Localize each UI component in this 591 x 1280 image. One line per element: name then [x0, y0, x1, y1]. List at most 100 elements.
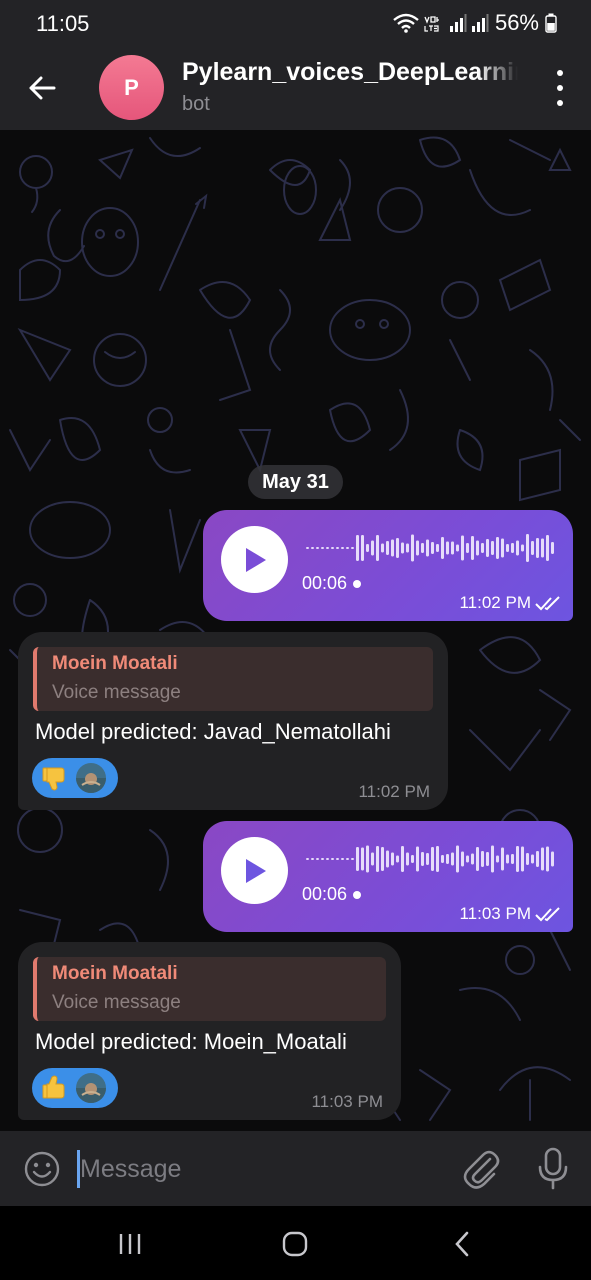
reply-author: Moein Moatali [52, 653, 178, 674]
waveform-bar [376, 535, 379, 561]
home-button[interactable] [279, 1228, 311, 1260]
paperclip-icon[interactable] [462, 1149, 500, 1189]
waveform-bar [346, 547, 349, 549]
voice-duration: 00:06 [302, 884, 362, 905]
waveform-bar [416, 540, 419, 556]
double-check-icon [535, 907, 560, 922]
unplayed-dot [353, 579, 362, 588]
message-time: 11:03 PM [311, 1092, 383, 1111]
waveform-bar [421, 852, 424, 866]
play-button[interactable] [221, 837, 288, 904]
microphone-icon[interactable] [536, 1147, 570, 1191]
recent-apps-button[interactable] [114, 1228, 146, 1260]
play-button[interactable] [221, 526, 288, 593]
waveform-bar [311, 858, 314, 860]
reply-quote[interactable]: Moein Moatali Voice message [33, 647, 433, 711]
waveform-bar [406, 543, 409, 553]
waveform-bar [446, 541, 449, 555]
waveform-bar [441, 537, 444, 559]
reply-quote[interactable]: Moein Moatali Voice message [33, 957, 386, 1021]
reaction-chip[interactable] [32, 758, 118, 798]
double-check-icon [535, 596, 560, 611]
waveform-bar [306, 547, 309, 549]
voice-waveform[interactable] [306, 843, 558, 875]
message-time: 11:03 PM [459, 904, 531, 923]
chat-title[interactable]: Pylearn_voices_DeepLearning [182, 58, 518, 87]
outgoing-voice-message[interactable]: 00:06 11:03 PM [203, 821, 573, 932]
waveform-bar [511, 854, 514, 864]
emoji-icon[interactable] [23, 1150, 61, 1188]
waveform-bar [391, 539, 394, 557]
waveform-bar [316, 547, 319, 549]
waveform-bar [421, 543, 424, 553]
wifi-icon [393, 13, 419, 33]
waveform-bar [311, 547, 314, 549]
waveform-bar [491, 845, 494, 873]
waveform-bar [346, 858, 349, 860]
waveform-bar [321, 858, 324, 860]
waveform-bar [396, 855, 399, 863]
waveform-bar [486, 539, 489, 557]
waveform-bar [516, 540, 519, 556]
message-time: 11:02 PM [358, 782, 430, 801]
signal-icon-2 [471, 14, 489, 32]
waveform-bar [481, 543, 484, 553]
waveform-bar [546, 535, 549, 561]
chat-area[interactable]: May 31 00:06 11:02 PM Moein Moatali Voic… [0, 130, 591, 1131]
voice-waveform[interactable] [306, 532, 558, 564]
message-input[interactable] [80, 1149, 440, 1189]
waveform-bar [456, 845, 459, 873]
chevron-left-icon [455, 1231, 469, 1257]
waveform-bar [451, 541, 454, 555]
waveform-bar [336, 858, 339, 860]
dot-icon [557, 85, 563, 91]
waveform-bar [431, 542, 434, 554]
waveform-bar [406, 852, 409, 866]
battery-percent: 56% [494, 10, 539, 35]
waveform-bar [476, 847, 479, 871]
waveform-bar [486, 852, 489, 866]
waveform-bar [431, 847, 434, 871]
waveform-bar [396, 538, 399, 558]
waveform-bar [411, 534, 414, 562]
waveform-bar [381, 847, 384, 871]
waveform-bar [351, 547, 354, 549]
waveform-bar [361, 535, 364, 561]
status-bar: 11:05 56% [0, 0, 591, 46]
incoming-message[interactable]: Moein Moatali Voice message Model predic… [18, 632, 448, 810]
more-options-button[interactable] [553, 70, 567, 106]
volte-icon [424, 16, 439, 32]
back-button[interactable] [22, 68, 62, 108]
waveform-bar [496, 537, 499, 559]
waveform-bar [321, 547, 324, 549]
back-nav-button[interactable] [446, 1228, 478, 1260]
incoming-message[interactable]: Moein Moatali Voice message Model predic… [18, 942, 401, 1120]
message-composer [0, 1131, 591, 1206]
waveform-bar [391, 852, 394, 866]
signal-icon-1 [449, 14, 467, 32]
waveform-bar [461, 851, 464, 867]
waveform-bar [361, 847, 364, 871]
waveform-bar [476, 540, 479, 556]
waveform-bar [531, 854, 534, 864]
play-icon [245, 547, 266, 572]
outgoing-voice-message[interactable]: 00:06 11:02 PM [203, 510, 573, 621]
waveform-bar [511, 543, 514, 553]
home-icon [282, 1231, 308, 1257]
waveform-bar [306, 858, 309, 860]
play-icon [245, 858, 266, 883]
waveform-bar [371, 852, 374, 866]
waveform-bar [531, 541, 534, 555]
waveform-bar [436, 846, 439, 872]
voice-duration: 00:06 [302, 573, 362, 594]
bot-avatar[interactable]: P [99, 55, 164, 120]
waveform-bar [501, 847, 504, 871]
waveform-bar [341, 858, 344, 860]
dot-icon [557, 100, 563, 106]
waveform-bar [326, 858, 329, 860]
waveform-bar [536, 851, 539, 867]
waveform-bar [506, 544, 509, 552]
reaction-chip[interactable] [32, 1068, 118, 1108]
reactor-avatar [76, 763, 106, 793]
waveform-bar [386, 541, 389, 555]
